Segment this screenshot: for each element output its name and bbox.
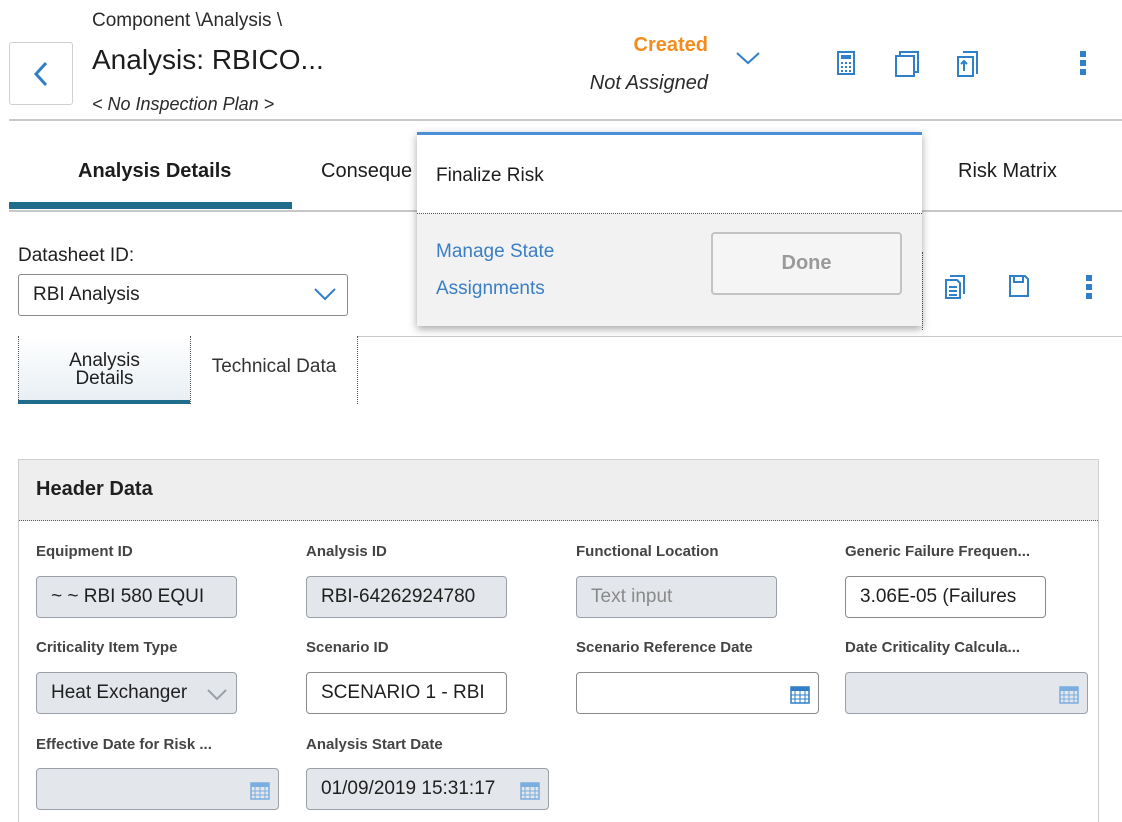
scenario-id-label: Scenario ID bbox=[306, 639, 389, 656]
analysis-id-field[interactable]: RBI-64262924780 bbox=[306, 576, 507, 618]
subtab-label-line2: Details bbox=[75, 368, 134, 389]
inspection-plan-link[interactable]: < No Inspection Plan > bbox=[92, 94, 274, 115]
breadcrumb: Component \Analysis \ bbox=[92, 10, 283, 31]
chevron-down-icon bbox=[314, 288, 336, 301]
equipment-id-field[interactable]: ~ ~ RBI 580 EQUI bbox=[36, 576, 237, 618]
generic-failure-frequency-field[interactable]: 3.06E-05 (Failures bbox=[845, 576, 1046, 618]
chevron-down-icon bbox=[736, 52, 760, 65]
page-title: Analysis: RBICO... bbox=[92, 44, 324, 75]
subtabs-divider bbox=[358, 336, 1122, 337]
tab-consequence[interactable]: Conseque bbox=[321, 160, 412, 183]
calendar-icon[interactable] bbox=[790, 684, 810, 704]
functional-location-label: Functional Location bbox=[576, 543, 719, 560]
popup-title[interactable]: Finalize Risk bbox=[436, 165, 544, 187]
datasheet-select[interactable]: RBI Analysis bbox=[18, 274, 348, 316]
calculator-button[interactable] bbox=[836, 50, 856, 76]
chevron-down-icon bbox=[207, 689, 227, 701]
more-actions-button[interactable] bbox=[1078, 50, 1088, 76]
panel-title: Header Data bbox=[36, 478, 153, 500]
effective-date-field[interactable] bbox=[36, 768, 279, 810]
assignment-label: Not Assigned bbox=[589, 72, 708, 94]
header-divider bbox=[9, 119, 1122, 121]
kebab-menu-icon bbox=[1086, 275, 1092, 299]
tab-analysis-details[interactable]: Analysis Details bbox=[78, 160, 231, 183]
generic-failure-frequency-label: Generic Failure Frequen... bbox=[845, 543, 1031, 560]
popup-edge-divider bbox=[922, 252, 923, 330]
criticality-item-type-select[interactable]: Heat Exchanger bbox=[36, 672, 237, 714]
report-button[interactable] bbox=[955, 50, 981, 78]
copy-icon bbox=[895, 51, 919, 77]
finalize-risk-popup: Finalize Risk Manage State Assignments D… bbox=[417, 132, 922, 326]
done-button[interactable]: Done bbox=[711, 232, 902, 295]
back-button[interactable] bbox=[9, 42, 73, 105]
datasheet-label: Datasheet ID: bbox=[18, 245, 135, 266]
save-icon bbox=[1009, 275, 1029, 297]
report-icon bbox=[957, 51, 978, 77]
calendar-icon[interactable] bbox=[1059, 684, 1079, 704]
document-icon bbox=[945, 275, 965, 299]
subtab-analysis-details[interactable]: Analysis Details bbox=[18, 336, 190, 404]
kebab-menu-icon bbox=[1080, 51, 1086, 75]
datasheet-value: RBI Analysis bbox=[33, 284, 140, 305]
scenario-reference-date-field[interactable] bbox=[576, 672, 819, 714]
subtab-technical-data[interactable]: Technical Data bbox=[190, 336, 358, 404]
analysis-start-date-label: Analysis Start Date bbox=[306, 736, 443, 753]
tab-risk-matrix[interactable]: Risk Matrix bbox=[958, 160, 1057, 183]
scenario-id-field[interactable]: SCENARIO 1 - RBI bbox=[306, 672, 507, 714]
analysis-start-date-value: 01/09/2019 15:31:17 bbox=[321, 778, 496, 799]
state-dropdown[interactable] bbox=[734, 50, 762, 66]
calendar-icon[interactable] bbox=[250, 780, 270, 800]
chevron-left-icon bbox=[33, 61, 48, 86]
criticality-item-type-label: Criticality Item Type bbox=[36, 639, 178, 656]
functional-location-field[interactable]: Text input bbox=[576, 576, 777, 618]
panel-header bbox=[19, 460, 1098, 521]
equipment-id-label: Equipment ID bbox=[36, 543, 133, 560]
analysis-start-date-field[interactable]: 01/09/2019 15:31:17 bbox=[306, 768, 549, 810]
done-button-label: Done bbox=[781, 252, 832, 274]
active-tab-indicator bbox=[9, 202, 292, 209]
criticality-item-type-value: Heat Exchanger bbox=[51, 682, 188, 703]
date-criticality-calculated-field[interactable] bbox=[845, 672, 1088, 714]
datasheet-document-button[interactable] bbox=[944, 274, 966, 300]
manage-state-link-line2[interactable]: Assignments bbox=[436, 278, 545, 300]
manage-state-link-line1[interactable]: Manage State bbox=[436, 241, 554, 263]
popup-header: Finalize Risk bbox=[417, 135, 922, 214]
calculator-icon bbox=[837, 51, 855, 75]
scenario-reference-date-label: Scenario Reference Date bbox=[576, 639, 753, 656]
date-criticality-calculated-label: Date Criticality Calcula... bbox=[845, 639, 1021, 656]
copy-button[interactable] bbox=[894, 50, 920, 78]
calendar-icon[interactable] bbox=[520, 780, 540, 800]
subtab-technical-data-label: Technical Data bbox=[211, 356, 337, 377]
analysis-id-label: Analysis ID bbox=[306, 543, 387, 560]
datasheet-more-button[interactable] bbox=[1084, 274, 1094, 300]
active-subtab-indicator bbox=[18, 400, 190, 404]
state-label: Created bbox=[633, 34, 708, 56]
effective-date-label: Effective Date for Risk ... bbox=[36, 736, 212, 753]
save-button[interactable] bbox=[1008, 274, 1030, 298]
